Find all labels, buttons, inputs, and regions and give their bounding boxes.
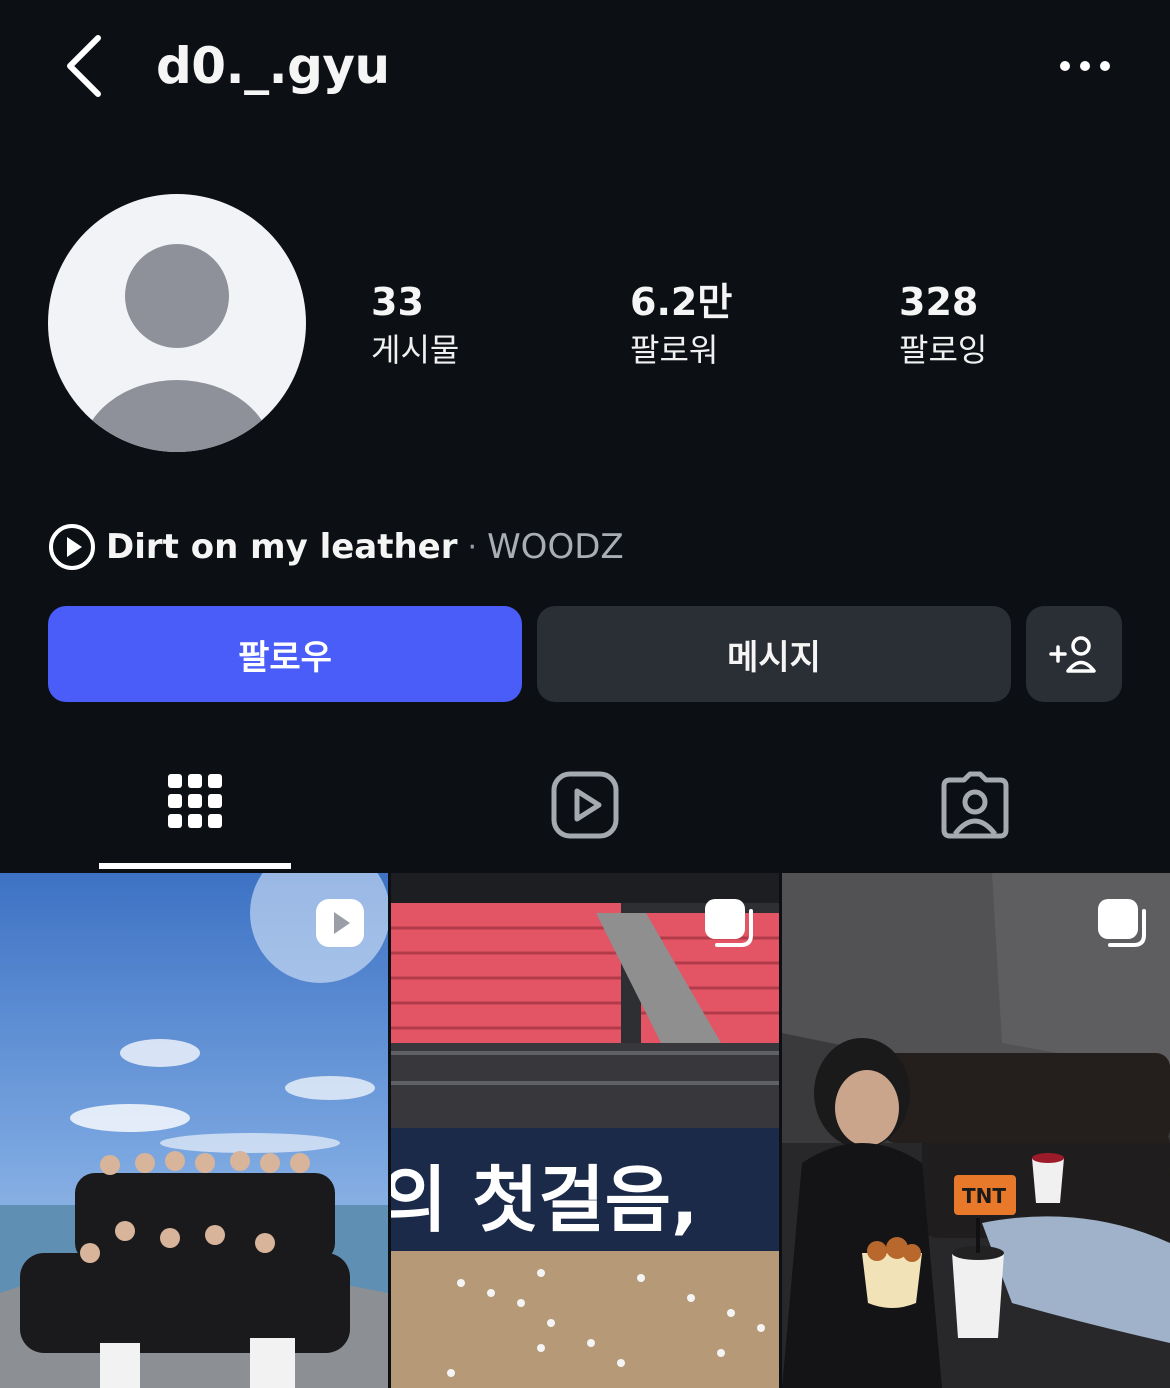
svg-text:의 첫걸음,: 의 첫걸음, [391,1158,698,1242]
add-person-icon [1049,636,1096,673]
stat-value: 328 [899,280,979,324]
music-separator: · [467,529,478,565]
follow-button[interactable]: 팔로우 [48,606,522,702]
tab-reels[interactable] [550,770,620,840]
post-thumbnail-2[interactable]: 의 첫걸음, [391,873,779,1388]
stat-posts[interactable]: 33 게시물 [371,276,459,372]
avatar[interactable] [48,194,306,452]
reel-badge-icon [316,899,364,947]
active-tab-indicator [99,863,291,869]
default-avatar-icon [81,244,273,452]
post-thumbnail-1[interactable] [0,873,388,1388]
profile-username: d0._.gyu [156,37,390,95]
tab-posts-grid[interactable] [160,770,230,840]
play-circle-icon [49,524,95,570]
tagged-icon [941,771,1009,839]
add-friend-button[interactable] [1026,606,1122,702]
post-image-stadium: 의 첫걸음, [391,873,779,1388]
reels-icon [551,771,619,839]
message-button[interactable]: 메시지 [537,606,1011,702]
svg-text:TNT: TNT [962,1184,1006,1208]
stat-value: 6.2만 [630,280,733,324]
music-artist: WOODZ [487,527,624,567]
back-button[interactable] [58,30,114,102]
stat-following[interactable]: 328 팔로잉 [899,276,987,372]
chevron-left-icon [67,35,101,97]
post-thumbnail-3[interactable]: TNT [782,873,1170,1388]
more-horizontal-icon [1060,61,1110,71]
profile-music[interactable]: Dirt on my leather · WOODZ [48,522,624,572]
post-image-theater: TNT [782,873,1170,1388]
tab-tagged[interactable] [940,770,1010,840]
carousel-badge-icon [1098,899,1146,947]
carousel-badge-icon [705,899,753,947]
stat-label: 팔로워 [630,331,719,369]
more-options-button[interactable] [1055,46,1115,86]
stat-label: 게시물 [371,331,460,369]
stat-value: 33 [371,280,424,324]
stat-label: 팔로잉 [899,331,988,369]
stat-followers[interactable]: 6.2만 팔로워 [630,276,732,372]
music-title: Dirt on my leather [106,527,458,567]
grid-icon [168,774,222,828]
post-image-team [0,873,388,1388]
